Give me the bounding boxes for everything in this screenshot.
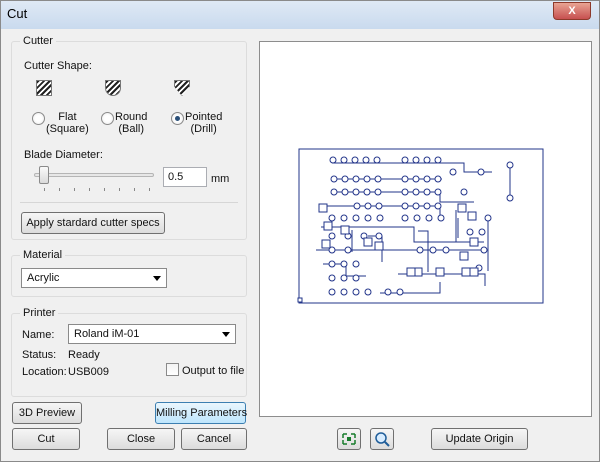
printer-status-value: Ready: [68, 349, 100, 361]
slider-tick: [89, 188, 90, 191]
pointed-cutter-icon[interactable]: [174, 80, 190, 96]
printer-location-label: Location:: [22, 366, 67, 378]
flat-label-line1: Flat: [58, 111, 77, 123]
chevron-down-icon: [222, 332, 230, 337]
cutter-divider: [20, 202, 238, 203]
3d-preview-button[interactable]: 3D Preview: [12, 402, 82, 424]
cutter-group-label: Cutter: [20, 35, 56, 47]
update-origin-button[interactable]: Update Origin: [431, 428, 528, 450]
printer-name-value: Roland iM-01: [74, 328, 140, 340]
pointed-label-line1: Pointed: [185, 111, 223, 123]
printer-location-value: USB009: [68, 366, 109, 378]
round-radio[interactable]: [101, 112, 114, 125]
material-value: Acrylic: [27, 272, 60, 284]
flat-radio-label: Flat (Square): [46, 111, 89, 135]
slider-tick: [119, 188, 120, 191]
blade-diameter-slider-thumb[interactable]: [39, 166, 49, 184]
cancel-button[interactable]: Cancel: [181, 428, 247, 450]
title-bar: Cut X: [1, 1, 599, 29]
slider-tick: [59, 188, 60, 191]
printer-status-label: Status:: [22, 349, 57, 361]
fit-to-view-button[interactable]: [337, 428, 361, 450]
round-cutter-icon[interactable]: [105, 80, 121, 96]
slider-tick: [74, 188, 75, 191]
printer-group: Printer Name: Roland iM-01 Status: Ready…: [11, 307, 247, 397]
printer-name-label: Name:: [22, 329, 55, 341]
apply-standard-cutter-specs-button[interactable]: Apply stardard cutter specs: [21, 212, 165, 234]
pointed-radio[interactable]: [171, 112, 184, 125]
slider-tick: [149, 188, 150, 191]
cutter-shape-label: Cutter Shape:: [24, 60, 92, 72]
slider-tick: [134, 188, 135, 191]
round-label-line2: (Ball): [118, 123, 145, 135]
output-to-file-checkbox[interactable]: [166, 363, 179, 376]
cutter-group: Cutter Cutter Shape: Flat (Square) Round…: [11, 35, 247, 240]
blade-diameter-slider[interactable]: [34, 173, 154, 177]
window-title: Cut: [7, 6, 28, 21]
blade-diameter-label: Blade Diameter:: [24, 149, 103, 161]
pointed-label-line2: (Drill): [190, 123, 217, 135]
printer-group-label: Printer: [20, 307, 59, 319]
milling-parameters-button[interactable]: Milling Parameters: [155, 402, 247, 424]
material-group-label: Material: [20, 249, 66, 261]
close-button[interactable]: Close: [107, 428, 175, 450]
fit-to-view-icon: [342, 433, 356, 445]
blade-diameter-input[interactable]: 0.5: [163, 167, 207, 187]
chevron-down-icon: [153, 276, 161, 281]
board-preview[interactable]: [259, 41, 592, 417]
slider-tick: [44, 188, 45, 191]
output-to-file-label: Output to file: [182, 365, 245, 377]
round-radio-label: Round (Ball): [115, 111, 147, 135]
flat-radio[interactable]: [32, 112, 45, 125]
zoom-button[interactable]: [370, 428, 394, 450]
material-select[interactable]: Acrylic: [21, 268, 167, 288]
material-group: Material Acrylic: [11, 249, 247, 297]
flat-cutter-icon[interactable]: [36, 80, 52, 96]
flat-label-line2: (Square): [46, 123, 89, 135]
zoom-icon: [375, 432, 390, 447]
close-window-button[interactable]: X: [553, 2, 591, 20]
printer-name-select[interactable]: Roland iM-01: [68, 324, 236, 344]
pointed-radio-label: Pointed (Drill): [185, 111, 222, 135]
slider-tick: [104, 188, 105, 191]
cut-button[interactable]: Cut: [12, 428, 80, 450]
blade-unit-label: mm: [211, 173, 230, 185]
cut-dialog: Cut X Cutter Cutter Shape: Flat (Square)…: [0, 0, 600, 462]
pcb-layout-drawing: [297, 148, 544, 304]
round-label-line1: Round: [115, 111, 148, 123]
